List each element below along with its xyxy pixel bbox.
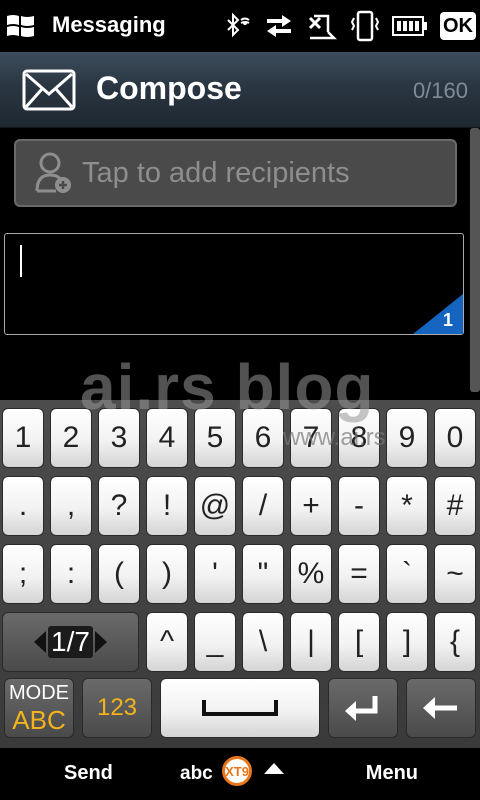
- key-underscore[interactable]: _: [194, 612, 236, 672]
- onscreen-keyboard: 1 2 3 4 5 6 7 8 9 0 . , ? ! @ / + - * # …: [0, 400, 480, 748]
- symbol-page-switcher[interactable]: 1/7: [2, 612, 139, 672]
- input-mode-label: abc: [180, 763, 213, 784]
- page-indicator-flag: [413, 294, 463, 334]
- text-cursor: [20, 245, 22, 277]
- key-open-brace[interactable]: {: [434, 612, 476, 672]
- key-8[interactable]: 8: [338, 408, 380, 468]
- windows-start-icon[interactable]: [6, 12, 36, 40]
- key-caret[interactable]: ^: [146, 612, 188, 672]
- page-title: Compose: [96, 70, 242, 106]
- key-backtick[interactable]: `: [386, 544, 428, 604]
- page-right-arrow-icon[interactable]: [94, 631, 107, 653]
- bluetooth-icon: [227, 12, 250, 38]
- key-0[interactable]: 0: [434, 408, 476, 468]
- enter-key[interactable]: [328, 678, 398, 738]
- key-backslash[interactable]: \: [242, 612, 284, 672]
- key-pipe[interactable]: |: [290, 612, 332, 672]
- key-slash[interactable]: /: [242, 476, 284, 536]
- compose-header: Compose 0/160: [0, 52, 480, 128]
- key-double-quote[interactable]: ": [242, 544, 284, 604]
- ok-button[interactable]: OK: [440, 12, 476, 40]
- key-exclamation[interactable]: !: [146, 476, 188, 536]
- status-bar: Messaging OK: [0, 0, 480, 52]
- key-2[interactable]: 2: [50, 408, 92, 468]
- add-person-icon: [35, 152, 71, 193]
- page-left-arrow-icon[interactable]: [34, 631, 47, 653]
- no-signal-icon: [308, 14, 338, 40]
- data-sync-icon: [267, 15, 291, 37]
- key-open-bracket[interactable]: [: [338, 612, 380, 672]
- space-bar-icon: [202, 700, 278, 716]
- key-colon[interactable]: :: [50, 544, 92, 604]
- key-period[interactable]: .: [2, 476, 44, 536]
- message-body-input[interactable]: 1: [4, 233, 464, 335]
- key-4[interactable]: 4: [146, 408, 188, 468]
- key-comma[interactable]: ,: [50, 476, 92, 536]
- character-counter: 0/160: [412, 78, 468, 103]
- recipients-field[interactable]: Tap to add recipients: [14, 139, 457, 207]
- input-panel-up-arrow-icon: [264, 763, 284, 774]
- key-open-paren[interactable]: (: [98, 544, 140, 604]
- key-apostrophe[interactable]: ': [194, 544, 236, 604]
- send-softkey[interactable]: Send: [64, 762, 113, 785]
- key-7[interactable]: 7: [290, 408, 332, 468]
- key-6[interactable]: 6: [242, 408, 284, 468]
- backspace-key[interactable]: [406, 678, 476, 738]
- key-close-bracket[interactable]: ]: [386, 612, 428, 672]
- recipients-placeholder: Tap to add recipients: [82, 157, 350, 189]
- input-method-selector[interactable]: abc XT9: [180, 756, 300, 792]
- key-close-paren[interactable]: ): [146, 544, 188, 604]
- xt9-icon: XT9: [222, 756, 252, 786]
- softkey-bar: Send abc XT9 Menu: [0, 748, 480, 800]
- vibrate-icon: [350, 10, 380, 42]
- key-tilde[interactable]: ~: [434, 544, 476, 604]
- key-plus[interactable]: +: [290, 476, 332, 536]
- key-hash[interactable]: #: [434, 476, 476, 536]
- key-9[interactable]: 9: [386, 408, 428, 468]
- symbol-page-number: 1/7: [48, 626, 93, 658]
- backspace-icon: [423, 697, 457, 719]
- key-at[interactable]: @: [194, 476, 236, 536]
- compose-content: Tap to add recipients 1: [0, 128, 480, 400]
- key-semicolon[interactable]: ;: [2, 544, 44, 604]
- key-asterisk[interactable]: *: [386, 476, 428, 536]
- space-key[interactable]: [160, 678, 320, 738]
- mode-label: MODE: [9, 682, 69, 704]
- status-icons[interactable]: OK: [224, 10, 476, 42]
- key-5[interactable]: 5: [194, 408, 236, 468]
- app-title[interactable]: Messaging: [52, 12, 166, 38]
- key-equals[interactable]: =: [338, 544, 380, 604]
- enter-icon: [345, 696, 378, 721]
- mode-value: ABC: [12, 705, 66, 735]
- key-percent[interactable]: %: [290, 544, 332, 604]
- menu-softkey[interactable]: Menu: [366, 762, 418, 785]
- envelope-icon: [22, 69, 76, 111]
- page-indicator: 1: [442, 310, 453, 330]
- key-3[interactable]: 3: [98, 408, 140, 468]
- numeric-mode-key[interactable]: 123: [82, 678, 152, 738]
- key-question[interactable]: ?: [98, 476, 140, 536]
- mode-key[interactable]: MODE ABC: [4, 678, 74, 738]
- key-1[interactable]: 1: [2, 408, 44, 468]
- key-minus[interactable]: -: [338, 476, 380, 536]
- battery-icon: [392, 16, 427, 36]
- scrollbar[interactable]: [470, 128, 480, 392]
